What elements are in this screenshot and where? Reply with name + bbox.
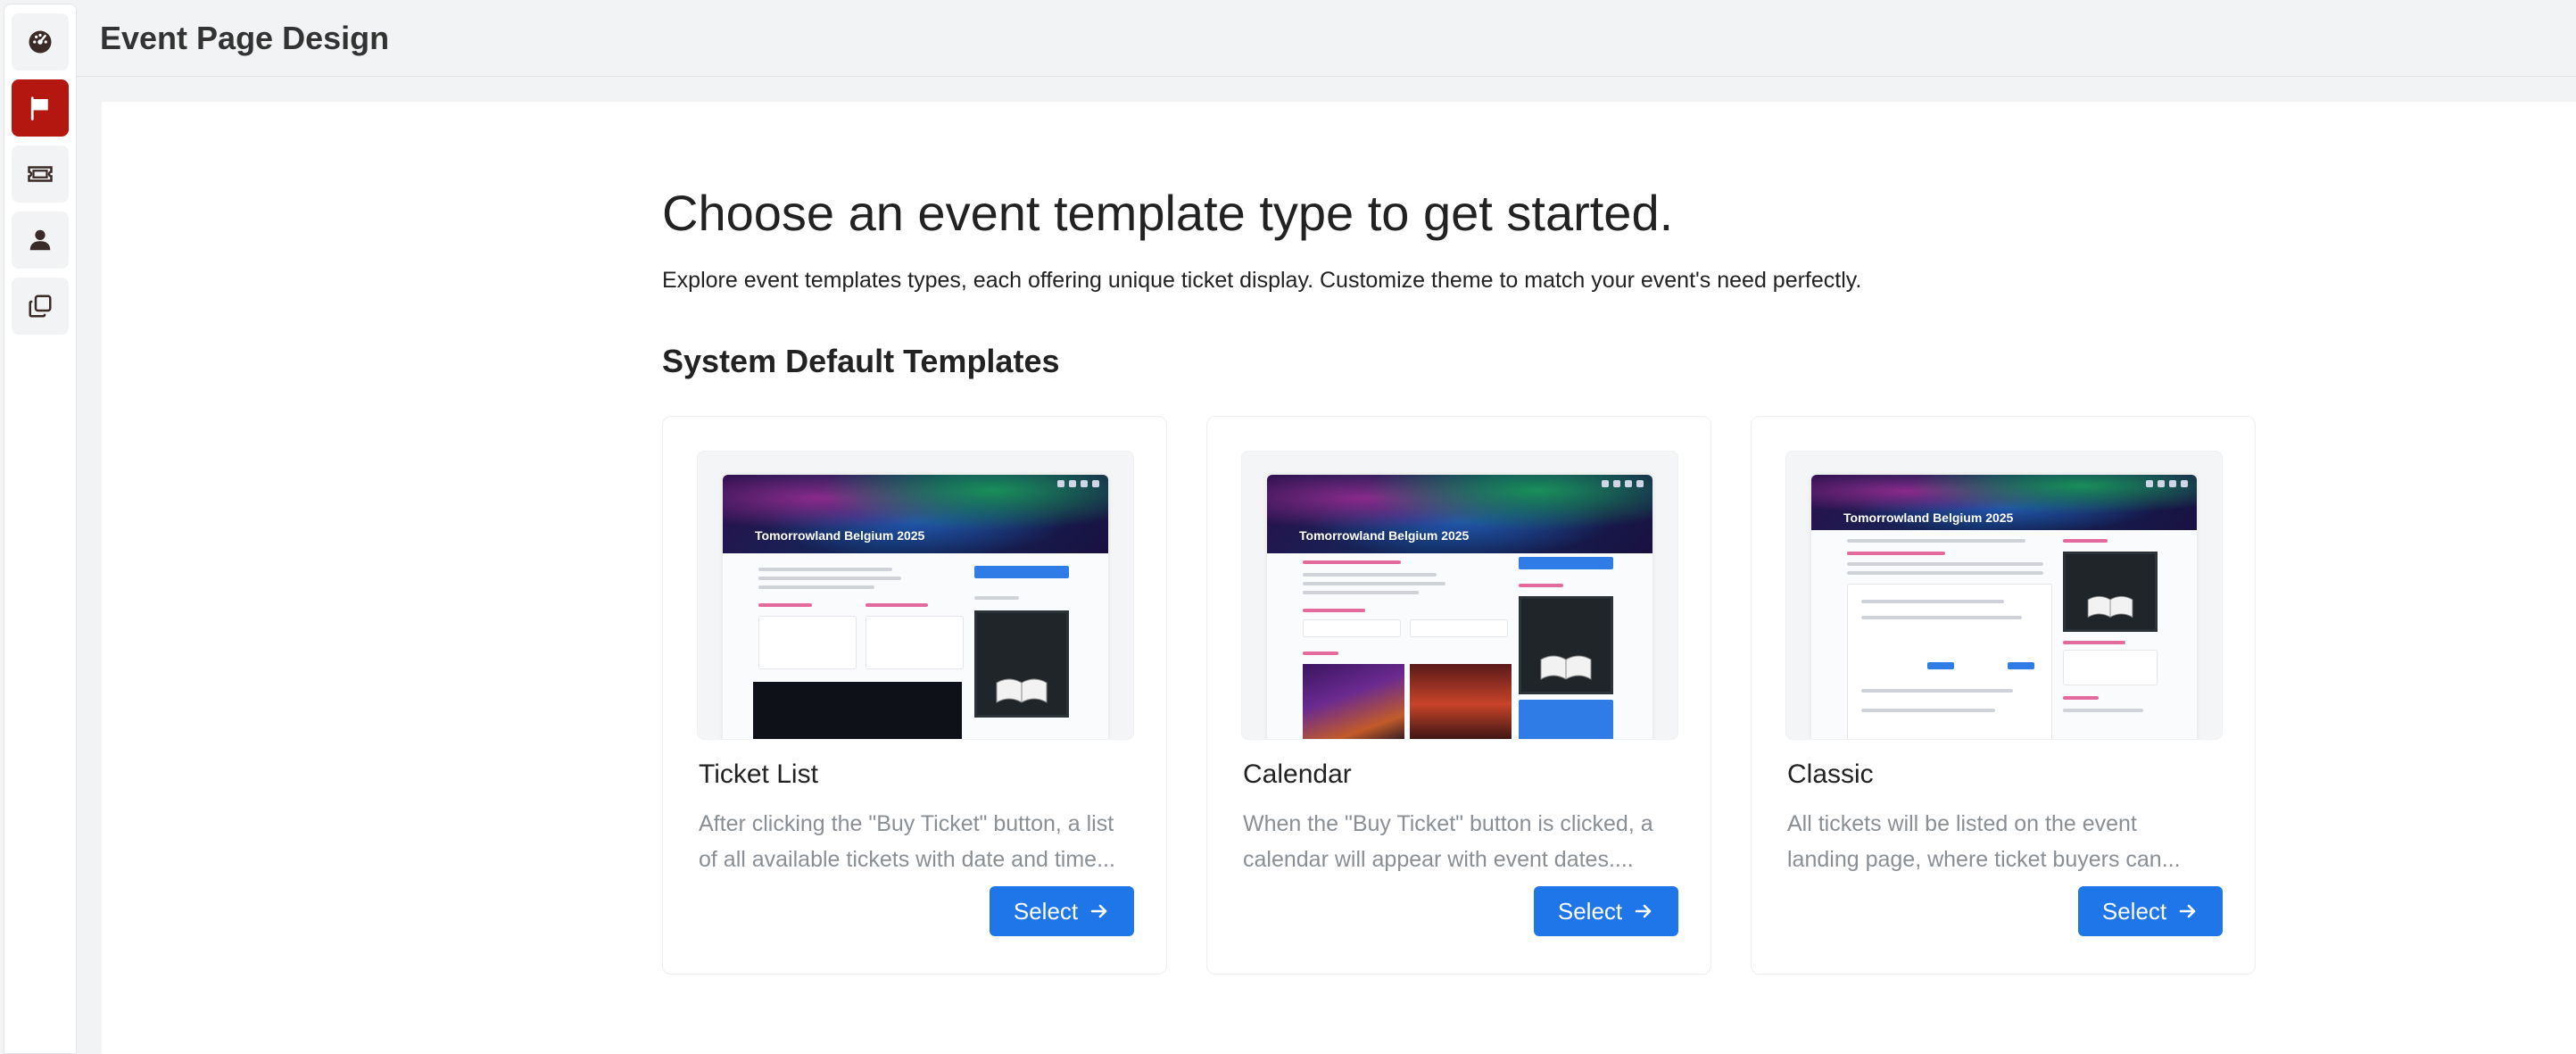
select-classic-button[interactable]: Select (2078, 886, 2223, 936)
arrow-right-icon (1090, 904, 1107, 918)
template-title: Classic (1787, 759, 1874, 789)
flag-icon (30, 96, 48, 120)
template-description: All tickets will be listed on the event … (1787, 806, 2224, 877)
template-description-line: When the "Buy Ticket" button is clicked,… (1243, 811, 1653, 836)
preview-title: Tomorrowland Belgium 2025 (1843, 510, 2014, 525)
template-description-line: of all available tickets with date and t… (699, 847, 1115, 872)
preview-title: Tomorrowland Belgium 2025 (1299, 528, 1470, 543)
sidebar-item-copy[interactable] (12, 278, 69, 335)
page-header: Event Page Design (77, 0, 2576, 77)
template-preview: Tomorrowland Belgium 2025 (697, 451, 1134, 740)
main-panel: Choose an event template type to get sta… (102, 102, 2576, 1054)
template-card-ticket-list: Tomorrowland Belgium 2025 Ticket List Af… (662, 416, 1167, 975)
user-icon (29, 229, 51, 251)
page-title: Event Page Design (100, 20, 390, 56)
ticket-icon (28, 166, 53, 182)
select-button-label: Select (2101, 897, 2167, 925)
headline: Choose an event template type to get sta… (662, 185, 1674, 241)
arrow-right-icon (1635, 904, 1652, 918)
template-description-line: After clicking the "Buy Ticket" button, … (699, 811, 1114, 836)
select-button-label: Select (1557, 897, 1623, 925)
template-card-classic: Tomorrowland Belgium 2025 Classic All ti… (1751, 416, 2256, 975)
template-description: When the "Buy Ticket" button is clicked,… (1243, 806, 1680, 877)
copy-icon (29, 295, 52, 318)
select-button-label: Select (1013, 897, 1079, 925)
sidebar-item-dashboard[interactable] (12, 13, 69, 71)
select-calendar-button[interactable]: Select (1534, 886, 1678, 936)
template-description-line: All tickets will be listed on the event (1787, 811, 2137, 836)
subtext: Explore event templates types, each offe… (662, 268, 1862, 293)
section-title: System Default Templates (662, 343, 1060, 379)
preview-title: Tomorrowland Belgium 2025 (755, 528, 925, 543)
select-ticket-list-button[interactable]: Select (990, 886, 1134, 936)
template-card-calendar: Tomorrowland Belgium 2025 Calendar When … (1206, 416, 1711, 975)
dashboard-gauge-icon (29, 30, 52, 54)
sidebar-item-tickets[interactable] (12, 145, 69, 203)
template-title: Calendar (1243, 759, 1352, 789)
sidebar (4, 4, 77, 1054)
template-preview: Tomorrowland Belgium 2025 (1241, 451, 1678, 740)
template-preview: Tomorrowland Belgium 2025 (1785, 451, 2223, 740)
sidebar-item-event-page[interactable] (12, 79, 69, 137)
template-description-line: landing page, where ticket buyers can... (1787, 847, 2181, 872)
template-description: After clicking the "Buy Ticket" button, … (699, 806, 1136, 877)
arrow-right-icon (2179, 904, 2196, 918)
sidebar-item-users[interactable] (12, 212, 69, 269)
template-title: Ticket List (699, 759, 818, 789)
template-description-line: calendar will appear with event dates...… (1243, 847, 1634, 872)
